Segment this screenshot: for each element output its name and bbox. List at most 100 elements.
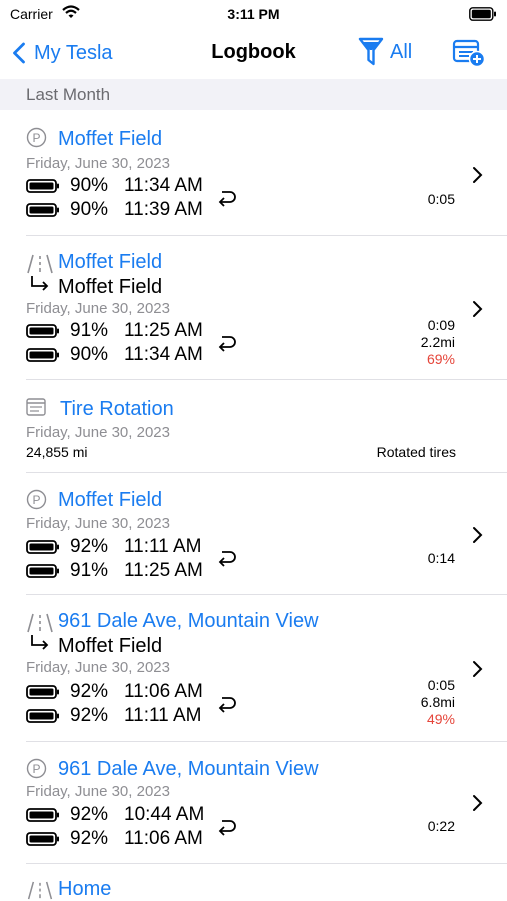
entry-title: Home <box>58 878 112 900</box>
entry-stats: 0:09 2.2mi 69% <box>421 317 455 368</box>
start-time: 11:25 AM <box>124 320 203 341</box>
entry-stats: 0:14 <box>428 550 455 567</box>
section-title: Last Month <box>26 85 111 104</box>
page-title: Logbook <box>211 41 296 63</box>
svg-text:P: P <box>32 762 40 776</box>
entry-title: Moffet Field <box>58 128 163 150</box>
entry-date: Friday, June 30, 2023 <box>26 659 170 676</box>
efficiency: 49% <box>426 711 455 727</box>
logbook-entry-parked[interactable]: P 961 Dale Ave, Mountain View Friday, Ju… <box>0 743 507 864</box>
parking-icon: P <box>26 489 47 510</box>
turn-arrow-icon <box>31 635 49 650</box>
return-arrow-icon <box>218 697 236 713</box>
row-separator <box>26 863 507 864</box>
start-time: 11:34 AM <box>124 175 203 196</box>
end-time: 11:25 AM <box>124 560 203 581</box>
start-reading: 92% 11:06 AM <box>26 681 203 703</box>
logbook-entry-parked[interactable]: P Moffet Field Friday, June 30, 2023 90%… <box>0 111 507 236</box>
row-separator <box>26 741 507 742</box>
chevron-right-icon <box>473 527 483 543</box>
entry-title: 961 Dale Ave, Mountain View <box>58 758 319 780</box>
battery-icon <box>26 832 59 846</box>
filter-button-label: All <box>390 40 413 63</box>
battery-icon <box>26 348 59 362</box>
duration: 0:22 <box>427 818 455 834</box>
section-header: Last Month <box>0 79 507 110</box>
entry-stats: 0:05 6.8mi 49% <box>421 677 455 728</box>
start-time: 10:44 AM <box>124 804 205 825</box>
end-battery-percent: 91% <box>70 560 109 581</box>
navigation-bar: My Tesla Logbook All <box>0 28 507 78</box>
entry-title: Moffet Field <box>58 489 163 511</box>
logbook-entry-drive[interactable]: Moffet Field Moffet Field Friday, June 3… <box>0 237 507 380</box>
start-time: 11:11 AM <box>124 536 202 557</box>
return-arrow-icon <box>218 820 236 836</box>
filter-icon <box>358 37 384 66</box>
duration: 0:05 <box>427 191 455 207</box>
end-battery-percent: 90% <box>70 344 109 365</box>
logbook-entry-parked[interactable]: P Moffet Field Friday, June 30, 2023 92%… <box>0 474 507 595</box>
entry-date: Friday, June 30, 2023 <box>26 783 170 800</box>
start-battery-percent: 92% <box>70 681 109 702</box>
logbook-entry-drive[interactable]: 961 Dale Ave, Mountain View Moffet Field… <box>0 596 507 742</box>
note-icon <box>26 398 46 416</box>
service-note: Rotated tires <box>376 444 456 460</box>
start-battery-percent: 91% <box>70 320 109 341</box>
chevron-right-icon <box>473 661 483 677</box>
battery-icon <box>26 685 59 699</box>
svg-text:P: P <box>32 493 40 507</box>
end-time: 11:11 AM <box>124 705 202 726</box>
return-arrow-icon <box>218 336 236 352</box>
duration: 0:09 <box>427 317 455 333</box>
battery-icon <box>26 808 59 822</box>
battery-status-icon <box>469 7 496 21</box>
entry-date: Friday, June 30, 2023 <box>26 300 170 317</box>
battery-icon <box>26 564 59 578</box>
start-time: 11:06 AM <box>124 681 203 702</box>
end-battery-percent: 90% <box>70 199 109 220</box>
distance: 6.8mi <box>420 694 455 710</box>
start-battery-percent: 90% <box>70 175 109 196</box>
battery-icon <box>26 203 59 217</box>
end-time: 11:39 AM <box>124 199 203 220</box>
entry-date: Friday, June 30, 2023 <box>26 155 170 172</box>
end-reading: 90% 11:39 AM <box>26 199 203 221</box>
distance: 2.2mi <box>420 334 455 350</box>
start-reading: 90% 11:34 AM <box>26 175 203 197</box>
start-battery-percent: 92% <box>70 536 109 557</box>
row-separator <box>26 472 507 473</box>
chevron-right-icon <box>473 301 483 317</box>
entry-title: Tire Rotation <box>60 398 174 420</box>
parking-icon: P <box>26 127 47 148</box>
road-icon <box>27 881 53 900</box>
logbook-entry-drive[interactable]: Home <box>0 865 507 900</box>
chevron-right-icon <box>473 795 483 811</box>
duration: 0:14 <box>427 550 455 566</box>
road-icon <box>27 613 53 633</box>
entry-title: 961 Dale Ave, Mountain View <box>58 610 319 632</box>
filter-button[interactable]: All <box>358 36 412 68</box>
entry-stats: 0:22 <box>428 818 455 835</box>
return-arrow-icon <box>218 551 236 567</box>
end-time: 11:34 AM <box>124 344 203 365</box>
row-separator <box>26 235 507 236</box>
battery-icon <box>26 709 59 723</box>
end-time: 11:06 AM <box>124 828 203 849</box>
logbook-entry-service[interactable]: Tire Rotation Friday, June 30, 2023 24,8… <box>0 381 507 473</box>
row-separator <box>26 594 507 595</box>
end-battery-percent: 92% <box>70 828 109 849</box>
entry-stats: 0:05 <box>428 191 455 208</box>
odometer: 24,855 mi <box>26 444 88 460</box>
road-icon <box>27 254 53 274</box>
status-bar: Carrier 3:11 PM <box>0 0 507 28</box>
add-entry-icon[interactable] <box>452 38 486 68</box>
entry-destination: Moffet Field <box>58 276 163 298</box>
svg-text:P: P <box>32 131 40 145</box>
end-reading: 92% 11:06 AM <box>26 828 203 850</box>
status-time: 3:11 PM <box>227 6 280 22</box>
end-reading: 92% 11:11 AM <box>26 705 201 727</box>
return-arrow-icon <box>218 191 236 207</box>
entry-date: Friday, June 30, 2023 <box>26 515 170 532</box>
duration: 0:05 <box>427 677 455 693</box>
start-reading: 92% 10:44 AM <box>26 804 204 826</box>
